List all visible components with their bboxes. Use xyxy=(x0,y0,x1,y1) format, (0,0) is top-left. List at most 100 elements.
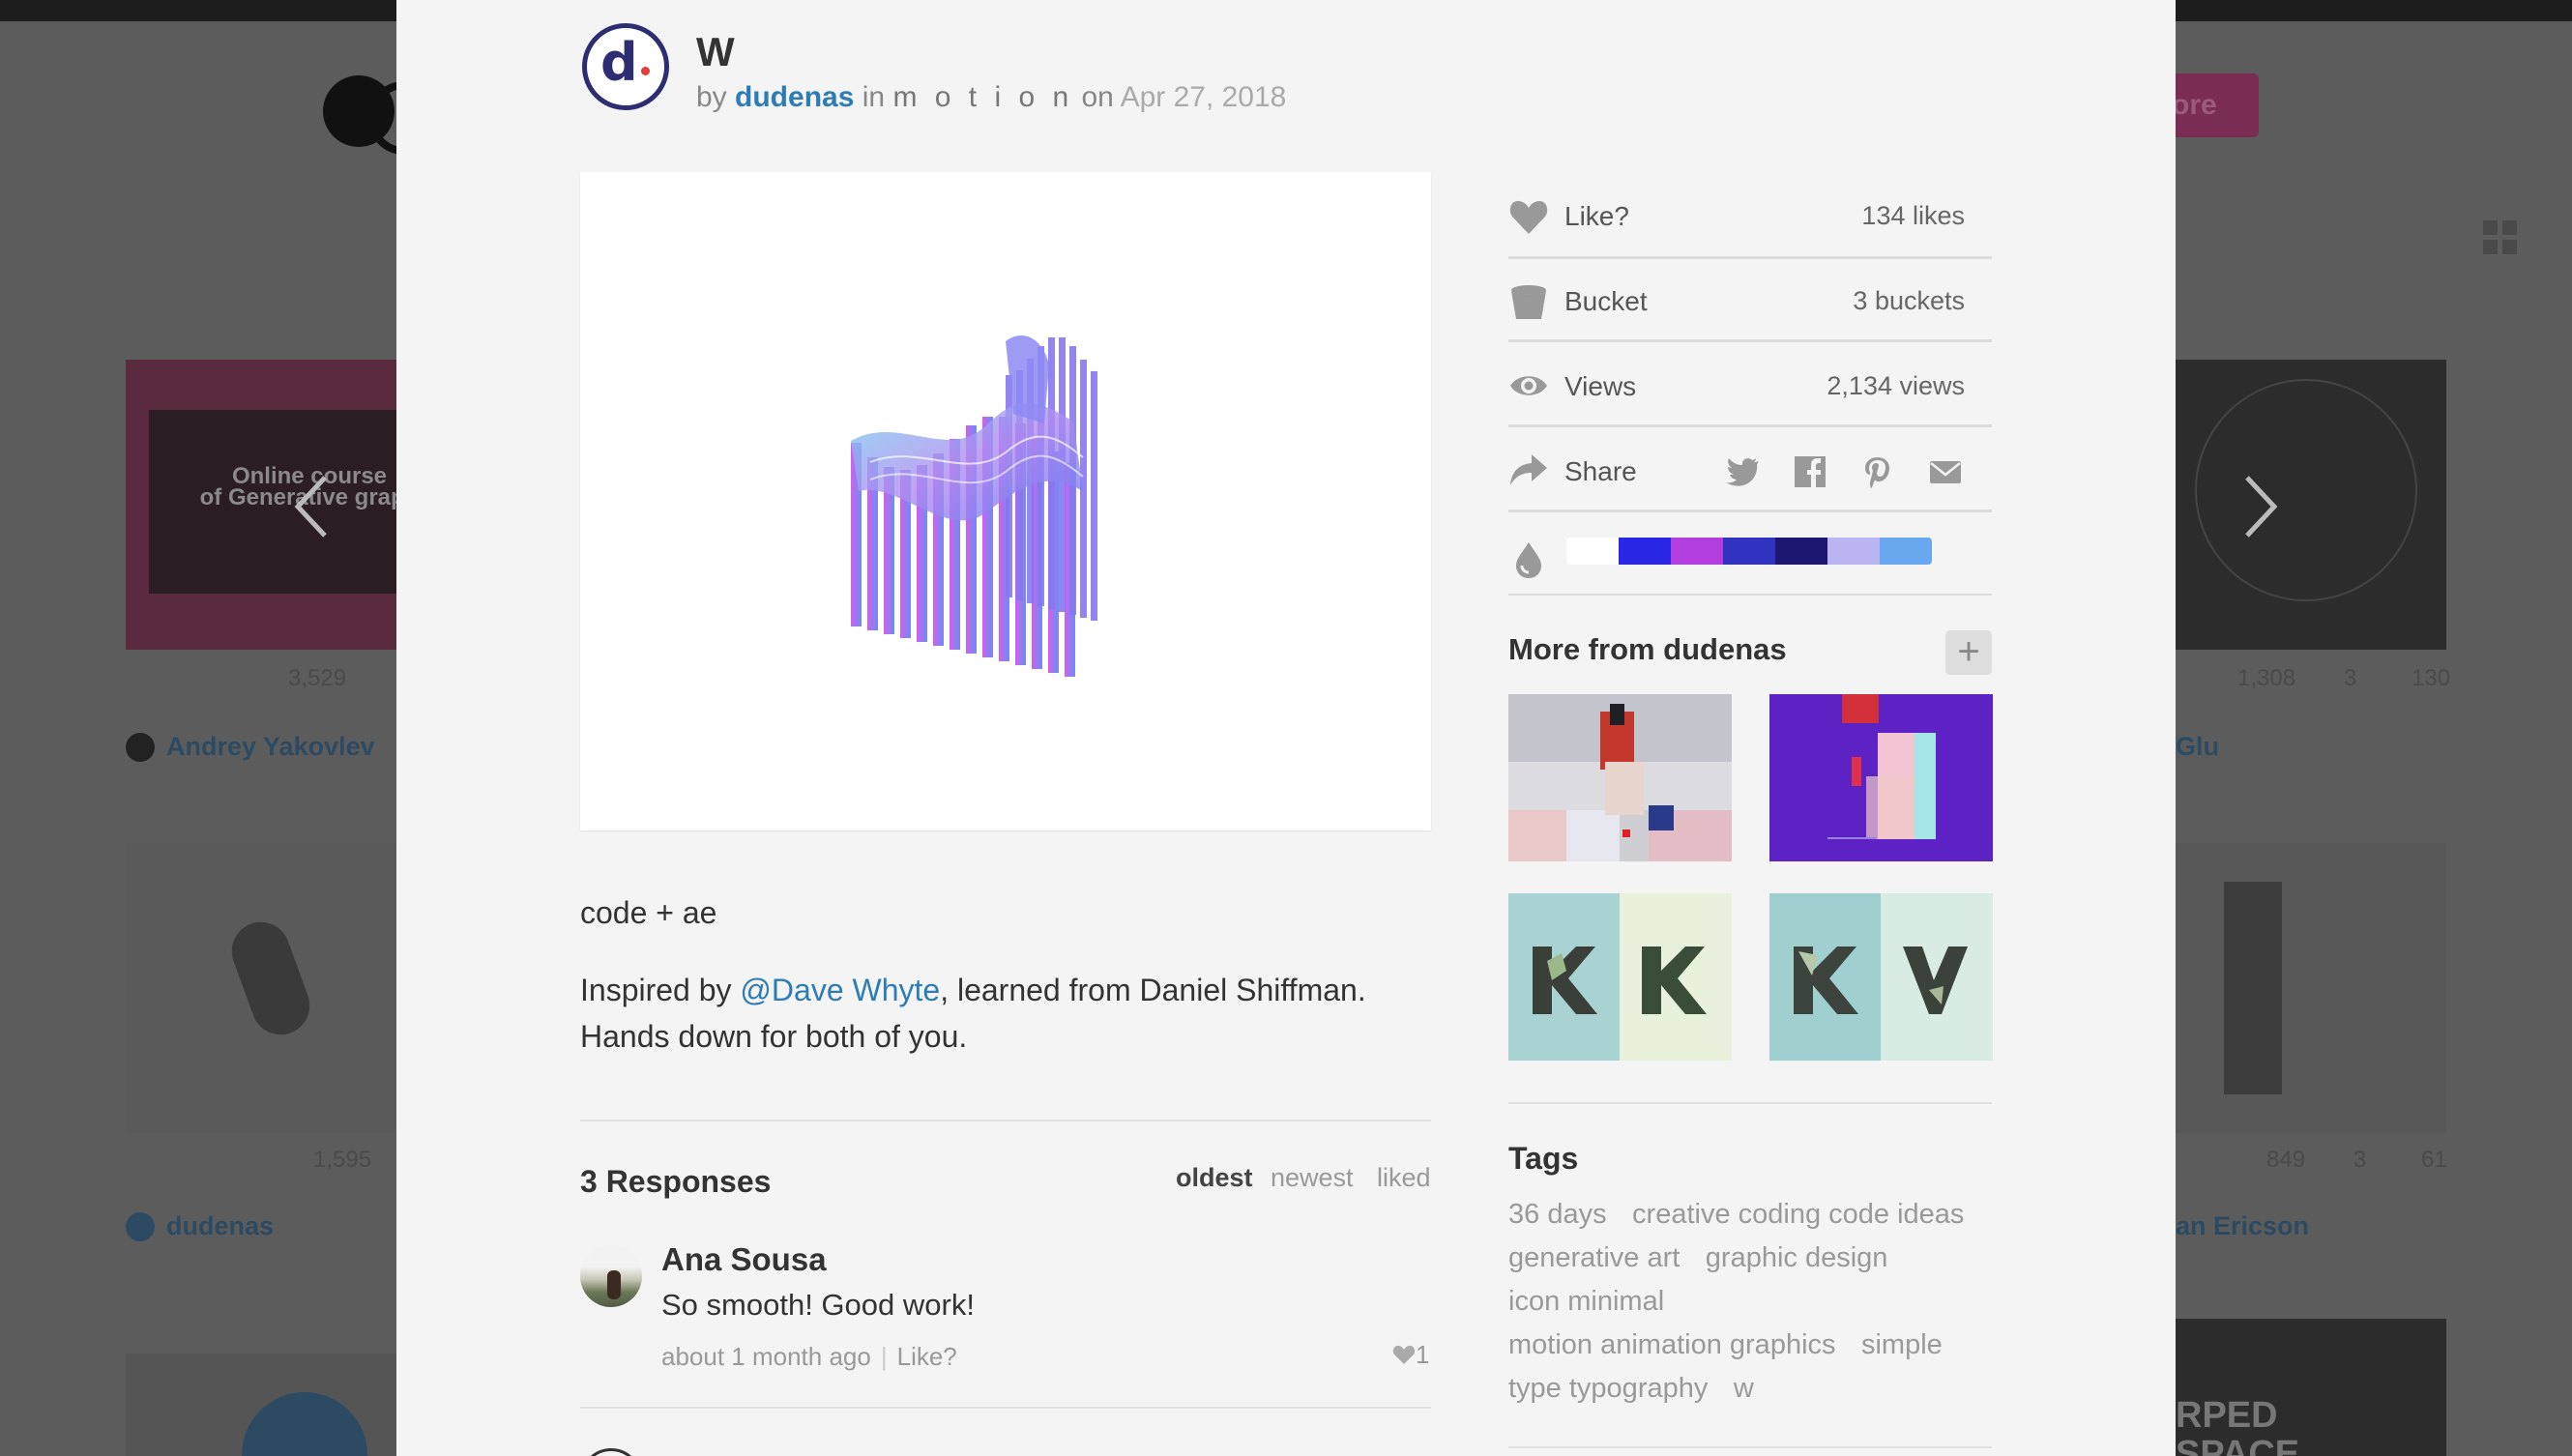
tag-link[interactable]: icon minimal xyxy=(1508,1280,1664,1324)
site-logo xyxy=(323,75,441,155)
tag-link[interactable]: graphic design xyxy=(1706,1237,1888,1280)
color-palette xyxy=(1566,538,1932,565)
share-arrow-icon xyxy=(1510,454,1547,485)
background-stat: 849 xyxy=(2266,1147,2306,1173)
more-shot-thumbnail[interactable] xyxy=(1508,893,1732,1061)
comment-meta: about 1 month ago | Like? xyxy=(661,1342,957,1371)
eye-icon xyxy=(1510,376,1547,395)
mention-link[interactable]: @Dave Whyte xyxy=(740,973,940,1007)
tag-link[interactable]: generative art xyxy=(1508,1237,1680,1280)
background-shot xyxy=(2176,360,2446,650)
heart-icon xyxy=(1509,200,1548,234)
background-author: an Ericson xyxy=(2176,1211,2310,1240)
sort-liked[interactable]: liked xyxy=(1377,1163,1431,1193)
tags-list: 36 days creative coding code ideas gener… xyxy=(1508,1193,1992,1411)
background-stat: 1,595 xyxy=(313,1147,372,1173)
sort-oldest[interactable]: oldest xyxy=(1176,1163,1253,1193)
palette-swatch[interactable] xyxy=(1619,538,1671,565)
background-stat: 3 xyxy=(2344,665,2357,691)
on-label: on xyxy=(1081,81,1114,113)
share-row: Share xyxy=(1508,429,1992,512)
views-row: Views 2,134 views xyxy=(1508,344,1992,427)
heart-icon xyxy=(1392,1345,1416,1364)
palette-swatch[interactable] xyxy=(1566,538,1619,565)
palette-swatch[interactable] xyxy=(1723,538,1775,565)
follow-plus-button[interactable]: + xyxy=(1945,630,1992,675)
tag-link[interactable]: creative coding code ideas xyxy=(1632,1193,1964,1237)
shot-description: Inspired by @Dave Whyte, learned from Da… xyxy=(580,967,1450,1060)
background-stat: 130 xyxy=(2411,665,2451,691)
bucket-icon xyxy=(1511,285,1546,319)
responses-title: 3 Responses xyxy=(580,1164,772,1199)
comment-like-link[interactable]: Like? xyxy=(897,1342,957,1371)
tag-link[interactable]: simple xyxy=(1861,1324,1943,1367)
color-drop-icon xyxy=(1516,542,1541,578)
shot-date: Apr 27, 2018 xyxy=(1120,81,1287,113)
more-shot-thumbnail[interactable] xyxy=(1769,893,1993,1061)
background-shot xyxy=(2176,843,2446,1133)
bucket-label: Bucket xyxy=(1564,286,1648,316)
background-stat: 3 xyxy=(2353,1147,2367,1173)
background-avatar xyxy=(126,1212,155,1241)
commenter-name[interactable]: Ana Sousa xyxy=(661,1241,827,1278)
background-shot-text: RPED SPACE xyxy=(2176,1395,2300,1456)
palette-swatch[interactable] xyxy=(1827,538,1880,565)
commenter-avatar[interactable] xyxy=(580,1245,642,1307)
team-link[interactable]: m o t i o n xyxy=(892,81,1073,113)
divider xyxy=(580,1407,1431,1409)
like-row[interactable]: Like? 134 likes xyxy=(1508,176,1992,259)
more-from-title: More from dudenas xyxy=(1508,632,1787,666)
shot-description-line: code + ae xyxy=(580,895,717,930)
share-label: Share xyxy=(1564,456,1637,486)
twitter-icon[interactable] xyxy=(1725,454,1760,489)
next-commenter-avatar xyxy=(580,1448,642,1456)
facebook-icon[interactable] xyxy=(1793,454,1827,489)
next-shot-arrow-icon[interactable] xyxy=(2228,468,2286,545)
views-count: 2,134 views xyxy=(1827,371,1965,400)
grid-view-icon xyxy=(2483,220,2518,255)
background-author: Glu xyxy=(2176,732,2219,761)
background-shot: RPED SPACE xyxy=(2176,1319,2446,1456)
comment-time[interactable]: about 1 month ago xyxy=(661,1342,871,1371)
comment-likes[interactable]: 1 xyxy=(1392,1340,1429,1370)
divider xyxy=(580,1120,1431,1121)
likes-count[interactable]: 134 likes xyxy=(1861,201,1965,231)
like-label: Like? xyxy=(1564,201,1629,231)
description-text: Inspired by xyxy=(580,973,741,1007)
by-label: by xyxy=(696,81,727,113)
tag-link[interactable]: w xyxy=(1734,1367,1754,1411)
divider xyxy=(1508,1102,1992,1104)
background-shot xyxy=(126,1354,396,1456)
palette-swatch[interactable] xyxy=(1880,538,1932,565)
previous-shot-arrow-icon[interactable] xyxy=(286,468,344,545)
shot-modal: d W by dudenas in m o t i o n on Apr 27,… xyxy=(396,0,2176,1456)
buckets-count[interactable]: 3 buckets xyxy=(1853,286,1965,316)
email-icon[interactable] xyxy=(1928,454,1963,489)
in-label: in xyxy=(862,81,886,113)
background-avatar xyxy=(126,733,155,762)
palette-swatch[interactable] xyxy=(1775,538,1827,565)
background-author: dudenas xyxy=(166,1211,275,1240)
tag-link[interactable]: motion animation graphics xyxy=(1508,1324,1836,1367)
comment-text: So smooth! Good work! xyxy=(661,1288,975,1322)
more-shot-thumbnail[interactable] xyxy=(1508,694,1732,861)
pinterest-icon[interactable] xyxy=(1860,454,1895,489)
background-shot xyxy=(126,843,396,1133)
views-label: Views xyxy=(1564,371,1637,401)
author-link[interactable]: dudenas xyxy=(735,81,854,113)
shot-image[interactable] xyxy=(580,172,1431,830)
palette-swatch[interactable] xyxy=(1671,538,1723,565)
sort-newest[interactable]: newest xyxy=(1271,1163,1354,1193)
bucket-row[interactable]: Bucket 3 buckets xyxy=(1508,259,1992,342)
author-avatar[interactable]: d xyxy=(582,23,669,110)
shot-meta: by dudenas in m o t i o n on Apr 27, 201… xyxy=(696,81,1286,114)
comment-like-count: 1 xyxy=(1416,1340,1430,1369)
more-shot-thumbnail[interactable] xyxy=(1769,694,1993,861)
tags-title: Tags xyxy=(1508,1141,1579,1176)
tag-link[interactable]: type typography xyxy=(1508,1367,1708,1411)
background-stat: 61 xyxy=(2421,1147,2447,1173)
background-author: Andrey Yakovlev xyxy=(166,732,375,761)
tag-link[interactable]: 36 days xyxy=(1508,1193,1607,1237)
divider xyxy=(1508,1446,1992,1448)
background-stat: 1,308 xyxy=(2237,665,2296,691)
